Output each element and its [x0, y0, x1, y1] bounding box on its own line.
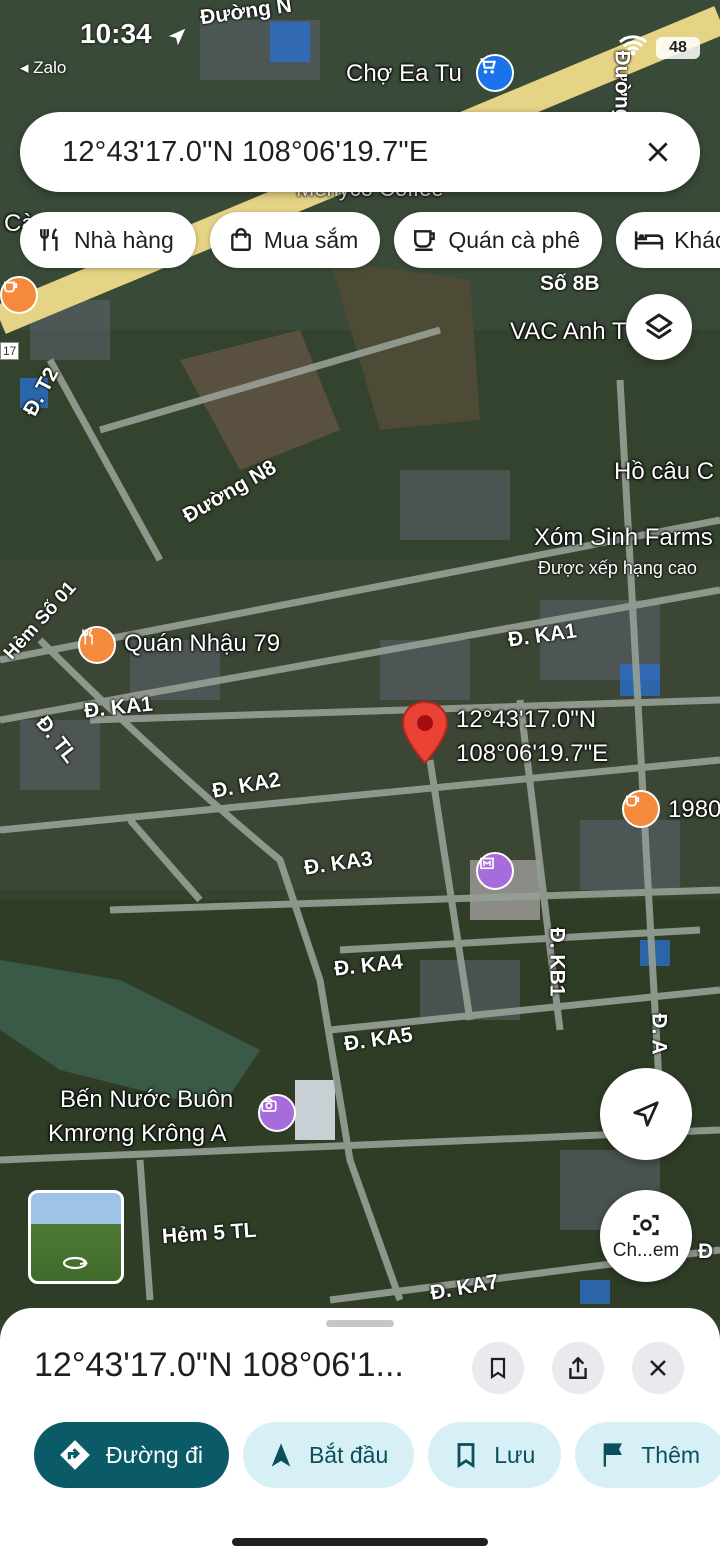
save-bookmark-button[interactable] — [472, 1342, 524, 1394]
bookmark-icon — [490, 1357, 506, 1380]
my-location-button[interactable] — [600, 1068, 692, 1160]
close-icon — [650, 1360, 666, 1376]
directions-button[interactable]: Đường đi — [34, 1422, 229, 1488]
more-button[interactable]: Thêm — [575, 1422, 720, 1488]
pin-label-lat: 12°43'17.0"N — [456, 706, 597, 733]
fork-knife-icon — [40, 228, 58, 251]
battery-icon: 48 — [656, 36, 700, 59]
bookmark-icon — [457, 1443, 475, 1469]
location-arrow-icon — [166, 26, 188, 53]
pin-label-lng: 108°06'19.7"E — [456, 740, 609, 767]
back-app-label: Zalo — [33, 58, 67, 77]
chip-label: Mua sắm — [263, 226, 359, 253]
camera-lens-icon — [633, 1214, 659, 1236]
start-button[interactable]: Bắt đầu — [242, 1422, 415, 1488]
navigation-arrow-icon — [271, 1443, 291, 1467]
lens-button[interactable]: Ch...em — [600, 1190, 692, 1282]
rotate-360-icon — [62, 1256, 89, 1270]
shopping-cart-icon[interactable] — [476, 54, 514, 92]
chip-hotels[interactable]: Khác — [616, 212, 720, 268]
layers-button[interactable] — [626, 294, 692, 360]
category-chips: Nhà hàng Mua sắm Quán cà phê Khác — [20, 212, 720, 268]
place-quan-nhau-79[interactable]: Quán Nhậu 79 — [124, 630, 280, 658]
place-ben-nuoc-line1[interactable]: Bến Nước Buôn — [60, 1086, 233, 1114]
road-label-d-partial: Đ — [698, 1240, 714, 1263]
search-query[interactable]: 12°43'17.0"N 108°06'19.7"E — [62, 136, 638, 169]
back-to-app-link[interactable]: ◂ Zalo — [20, 58, 66, 78]
status-indicators: 48 — [618, 34, 700, 61]
coffee-cup-icon — [414, 230, 436, 251]
back-triangle-icon: ◂ — [20, 58, 34, 77]
directions-icon — [60, 1440, 90, 1470]
restaurant-icon[interactable] — [78, 626, 116, 664]
save-button[interactable]: Lưu — [428, 1422, 562, 1488]
share-button[interactable] — [552, 1342, 604, 1394]
road-label-kb1: Đ. KB1 — [545, 927, 569, 997]
road-label-duong-right: Đường — [610, 50, 634, 122]
place-1980[interactable]: 1980 — [668, 796, 720, 824]
route-shield: 17 — [0, 342, 20, 360]
bed-icon — [634, 231, 664, 250]
chip-label: Khác — [674, 226, 720, 253]
place-xom-sinh-rating: Được xếp hạng cao — [538, 558, 697, 578]
more-label: Thêm — [641, 1441, 701, 1468]
close-sheet-button[interactable] — [632, 1342, 684, 1394]
battery-level: 48 — [669, 38, 687, 56]
sheet-title: 12°43'17.0"N 108°06'1... — [34, 1346, 404, 1384]
coffee-cup-icon[interactable] — [622, 790, 660, 828]
place-ho-cau[interactable]: Hồ câu C — [614, 458, 714, 486]
place-xom-sinh[interactable]: Xóm Sinh Farms — [534, 524, 713, 552]
place-cho-ea-tu[interactable]: Chợ Ea Tu — [346, 60, 462, 88]
street-view-thumbnail[interactable] — [28, 1190, 124, 1284]
home-indicator[interactable] — [232, 1538, 488, 1546]
sheet-drag-handle[interactable] — [326, 1320, 394, 1327]
road-label-a: Đ. A — [647, 1013, 671, 1055]
close-icon — [648, 142, 668, 162]
share-icon — [569, 1356, 587, 1379]
start-label: Bắt đầu — [308, 1441, 389, 1468]
wifi-icon — [618, 34, 648, 61]
chip-cafes[interactable]: Quán cà phê — [394, 212, 603, 268]
chip-restaurants[interactable]: Nhà hàng — [20, 212, 196, 268]
shopping-bag-icon — [230, 227, 251, 251]
action-buttons: Đường đi Bắt đầu Lưu Thêm — [34, 1422, 720, 1488]
clear-search-button[interactable] — [638, 132, 678, 172]
chip-label: Quán cà phê — [448, 226, 581, 253]
save-label: Lưu — [494, 1441, 536, 1468]
chip-label: Nhà hàng — [74, 226, 174, 253]
camera-attraction-icon[interactable] — [258, 1094, 296, 1132]
search-bar[interactable]: 12°43'17.0"N 108°06'19.7"E — [20, 112, 700, 192]
museum-icon[interactable] — [476, 852, 514, 890]
place-ben-nuoc-line2[interactable]: Kmrơng Krông A — [48, 1120, 227, 1148]
status-time: 10:34 — [80, 18, 152, 49]
flag-icon — [603, 1443, 623, 1467]
coffee-cup-icon[interactable] — [0, 276, 38, 314]
place-vac-anh[interactable]: VAC Anh T — [510, 318, 627, 346]
place-bottom-sheet[interactable]: 12°43'17.0"N 108°06'1... Đường đi Bắt đầ… — [0, 1308, 720, 1560]
road-label-so-8b: Số 8B — [540, 272, 600, 295]
location-arrow-icon — [633, 1101, 659, 1127]
directions-label: Đường đi — [106, 1441, 203, 1468]
lens-label: Ch...em — [612, 1240, 680, 1261]
layers-icon — [645, 313, 673, 340]
chip-shopping[interactable]: Mua sắm — [209, 212, 381, 268]
